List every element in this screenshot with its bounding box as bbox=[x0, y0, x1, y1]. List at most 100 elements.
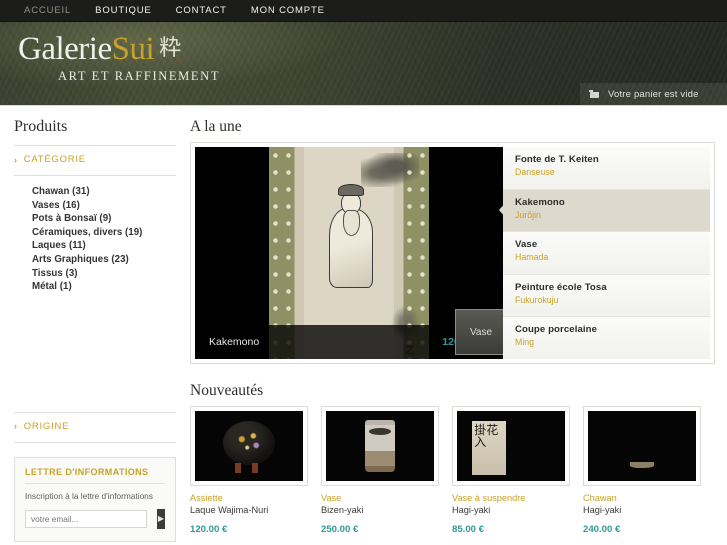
carousel-next-thumb[interactable]: Vase bbox=[455, 309, 503, 355]
page-root: ACCUEIL BOUTIQUE CONTACT MON COMPTE Gale… bbox=[0, 0, 727, 545]
carousel-list-item-subtitle: Danseuse bbox=[515, 167, 555, 177]
product-card[interactable]: Chawan Hagi-yaki 240.00 € bbox=[583, 406, 701, 535]
beard-shape bbox=[343, 210, 361, 237]
carousel-list-item-active[interactable]: Kakemono Jurôjin bbox=[503, 189, 710, 233]
product-subtitle: Bizen-yaki bbox=[321, 505, 364, 515]
list-item[interactable]: Métal (1) bbox=[32, 280, 176, 294]
sidebar-title: Produits bbox=[14, 118, 68, 135]
product-thumbnail[interactable] bbox=[321, 406, 439, 486]
product-thumbnail[interactable] bbox=[190, 406, 308, 486]
carousel-list-item-subtitle: Ming bbox=[515, 337, 535, 348]
featured-heading: A la une bbox=[190, 118, 242, 135]
newsletter-box: LETTRE D'INFORMATIONS Inscription à la l… bbox=[14, 456, 176, 542]
carousel-list-item-title: Vase bbox=[515, 239, 538, 251]
product-price: 250.00 € bbox=[321, 524, 359, 535]
vase-shape bbox=[524, 432, 548, 472]
jurojin-figure bbox=[321, 180, 383, 292]
carousel-list-item[interactable]: Peinture école Tosa Fukurokuju bbox=[503, 274, 710, 318]
facet-header-categorie[interactable]: › CATÉGORIE bbox=[14, 146, 176, 172]
site-logo[interactable]: GalerieSui 粋. ART ET RAFFINEMENT bbox=[18, 30, 220, 84]
logo-sui: Sui bbox=[111, 31, 155, 67]
product-title[interactable]: Vase bbox=[321, 492, 439, 504]
page-body: Produits › CATÉGORIE Chawan (31) Vases (… bbox=[0, 106, 727, 545]
divider bbox=[14, 441, 176, 443]
list-item[interactable]: Tissus (3) bbox=[32, 267, 176, 281]
vase-mouth bbox=[369, 428, 391, 436]
carousel-item-name: Kakemono bbox=[209, 336, 260, 348]
carousel-list-item[interactable]: Coupe porcelaine Ming bbox=[503, 317, 710, 359]
product-card[interactable]: 掛花入 Vase à suspendre Hagi-yaki 85.00 € bbox=[452, 406, 570, 535]
plate-feet bbox=[235, 463, 263, 473]
list-item[interactable]: Céramiques, divers (19) bbox=[32, 226, 176, 240]
sidebar: Produits › CATÉGORIE Chawan (31) Vases (… bbox=[0, 118, 190, 545]
product-price: 240.00 € bbox=[583, 524, 621, 535]
seal-dot-icon: . bbox=[177, 49, 181, 65]
carousel-list-item-subtitle: Jurôjin bbox=[515, 209, 541, 220]
carousel-list-item-subtitle: Fukurokuju bbox=[515, 294, 559, 305]
carousel-list-item-subtitle: Hamada bbox=[515, 252, 549, 263]
bowl-foot bbox=[630, 462, 654, 468]
nav-item-mon-compte[interactable]: MON COMPTE bbox=[239, 0, 337, 22]
list-item[interactable]: Pots à Bonsaï (9) bbox=[32, 212, 176, 226]
carousel-stage[interactable]: 之 Kakemono 1200.00 € Vase bbox=[195, 147, 503, 359]
carousel-list-item[interactable]: Vase Hamada bbox=[503, 232, 710, 275]
nav-item-contact[interactable]: CONTACT bbox=[164, 0, 239, 22]
carousel-list-item-title: Coupe porcelaine bbox=[515, 324, 598, 336]
product-price: 85.00 € bbox=[452, 524, 485, 535]
product-subtitle: Hagi-yaki bbox=[583, 505, 622, 515]
bizen-vase-image bbox=[326, 411, 434, 481]
cart-status-bar[interactable]: Votre panier est vide bbox=[580, 83, 727, 105]
new-products-grid: Assiette Laque Wajima-Nuri 120.00 € Vase… bbox=[190, 406, 715, 535]
chevron-right-icon: › bbox=[14, 421, 18, 432]
facet-header-origine[interactable]: › ORIGINE bbox=[14, 413, 176, 439]
facet-label-categorie: CATÉGORIE bbox=[23, 154, 86, 165]
category-list: Chawan (31) Vases (16) Pots à Bonsaï (9)… bbox=[14, 176, 176, 300]
carousel-list-item-title: Peinture école Tosa bbox=[515, 281, 607, 293]
newsletter-email-input[interactable] bbox=[25, 509, 147, 528]
hagi-chawan-image bbox=[588, 411, 696, 481]
lacquer-plate-image bbox=[195, 411, 303, 481]
product-subtitle: Laque Wajima-Nuri bbox=[190, 505, 269, 515]
product-title[interactable]: Assiette bbox=[190, 492, 308, 504]
newsletter-description: Inscription à la lettre d'informations bbox=[25, 490, 153, 501]
product-price: 120.00 € bbox=[190, 524, 228, 535]
carousel-list-item-title: Kakemono bbox=[515, 196, 565, 208]
nav-item-boutique[interactable]: BOUTIQUE bbox=[83, 0, 163, 22]
cart-status-label: Votre panier est vide bbox=[608, 88, 699, 100]
facet-label-origine: ORIGINE bbox=[23, 420, 70, 432]
list-item[interactable]: Laques (11) bbox=[32, 239, 176, 253]
newsletter-title: LETTRE D'INFORMATIONS bbox=[25, 466, 149, 477]
newsletter-form: ▶ bbox=[25, 508, 165, 529]
facet-origine: › ORIGINE bbox=[14, 411, 176, 443]
list-item[interactable]: Arts Graphiques (23) bbox=[32, 253, 176, 267]
site-header: GalerieSui 粋. ART ET RAFFINEMENT Votre pa… bbox=[0, 22, 727, 106]
top-navigation: ACCUEIL BOUTIQUE CONTACT MON COMPTE bbox=[0, 0, 727, 22]
carousel-item-list: Fonte de T. Keiten Danseuse Kakemono Jur… bbox=[503, 147, 710, 359]
logo-galerie: Galerie bbox=[18, 31, 112, 67]
logo-tagline: ART ET RAFFINEMENT bbox=[58, 69, 221, 83]
divider bbox=[25, 482, 165, 484]
featured-carousel: 之 Kakemono 1200.00 € Vase Fonte de T. Ke… bbox=[190, 142, 715, 364]
hat-shape bbox=[338, 184, 365, 197]
product-title[interactable]: Vase à suspendre bbox=[452, 492, 570, 504]
product-thumbnail[interactable]: 掛花入 bbox=[452, 406, 570, 486]
hanging-vase-image: 掛花入 bbox=[457, 411, 565, 481]
facet-categorie: › CATÉGORIE Chawan (31) Vases (16) Pots … bbox=[14, 146, 176, 300]
chevron-right-icon: › bbox=[14, 154, 18, 165]
new-products-heading: Nouveautés bbox=[190, 382, 264, 399]
cart-icon bbox=[589, 89, 600, 99]
calligraphy-icon: 掛花入 bbox=[474, 422, 499, 449]
list-item[interactable]: Vases (16) bbox=[32, 199, 176, 213]
newsletter-submit-button[interactable]: ▶ bbox=[157, 508, 165, 529]
gold-maki-e-decor bbox=[231, 427, 267, 456]
list-item[interactable]: Chawan (31) bbox=[32, 185, 176, 199]
product-title[interactable]: Chawan bbox=[583, 492, 701, 504]
product-thumbnail[interactable] bbox=[583, 406, 701, 486]
logo-wordmark: GalerieSui 粋. bbox=[18, 30, 220, 74]
carousel-list-item-title: Fonte de T. Keiten bbox=[515, 154, 599, 165]
nav-item-accueil[interactable]: ACCUEIL bbox=[12, 0, 83, 22]
carousel-list-item[interactable]: Fonte de T. Keiten Danseuse bbox=[503, 147, 710, 190]
main-content: A la une 之 bbox=[190, 118, 727, 545]
product-card[interactable]: Vase Bizen-yaki 250.00 € bbox=[321, 406, 439, 535]
product-card[interactable]: Assiette Laque Wajima-Nuri 120.00 € bbox=[190, 406, 308, 535]
